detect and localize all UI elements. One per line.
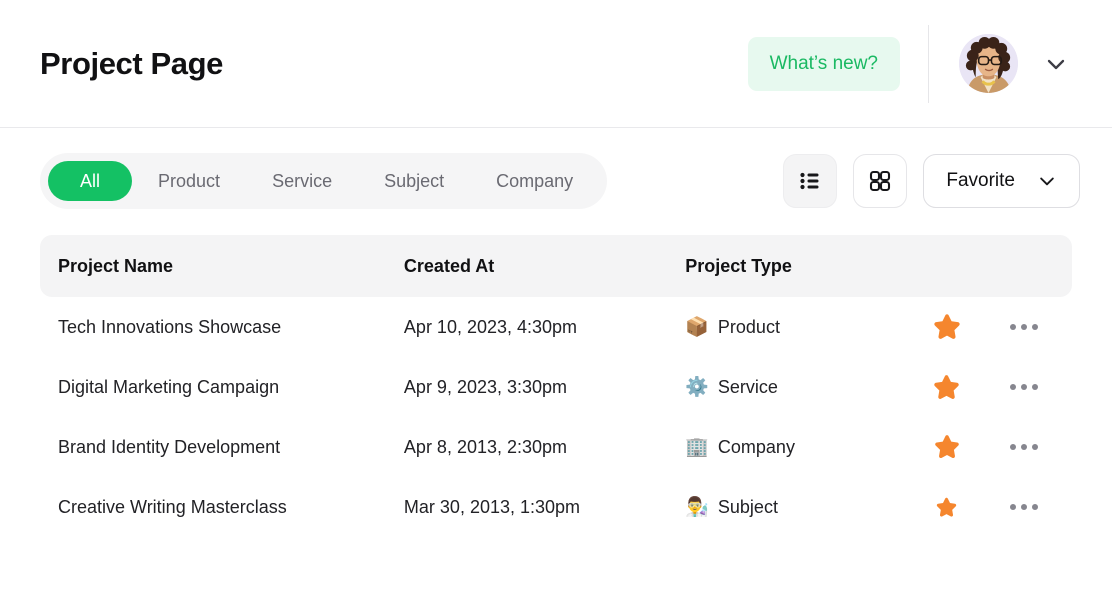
favorite-star-button[interactable] xyxy=(899,496,994,519)
tab-company[interactable]: Company xyxy=(470,161,599,201)
list-view-icon xyxy=(800,172,819,190)
chevron-down-icon xyxy=(1047,59,1065,69)
table-row[interactable]: Creative Writing Masterclass Mar 30, 2013… xyxy=(40,477,1072,537)
tab-product[interactable]: Product xyxy=(132,161,246,201)
table-row[interactable]: Brand Identity Development Apr 8, 2013, 2… xyxy=(40,417,1072,477)
person-icon: 👨‍🔬 xyxy=(685,496,709,518)
cell-project-type: 👨‍🔬 Subject xyxy=(685,497,899,518)
projects-table: Project Name Created At Project Type Tec… xyxy=(0,235,1112,537)
avatar-photo xyxy=(959,34,1018,93)
cell-project-name: Tech Innovations Showcase xyxy=(58,316,282,337)
building-icon: 🏢 xyxy=(685,436,709,458)
grid-view-icon xyxy=(870,170,891,192)
cell-created-at: Apr 8, 2013, 2:30pm xyxy=(403,436,568,457)
cell-project-type: ⚙️ Service xyxy=(685,377,899,398)
row-actions-button[interactable] xyxy=(994,504,1054,510)
toolbar: All Product Service Subject Company Favo… xyxy=(0,128,1112,209)
filter-tabs: All Product Service Subject Company xyxy=(40,153,608,209)
row-actions-button[interactable] xyxy=(994,324,1054,330)
favorite-dropdown-label: Favorite xyxy=(946,170,1015,191)
cell-project-type-label: Subject xyxy=(717,496,778,517)
more-dot-icon xyxy=(1010,324,1017,330)
header-actions: What’s new? xyxy=(747,24,1072,103)
header-divider xyxy=(928,24,929,103)
list-view-button[interactable] xyxy=(783,154,838,208)
table-row[interactable]: Tech Innovations Showcase Apr 10, 2023, 4… xyxy=(40,297,1072,357)
more-dot-icon xyxy=(1010,504,1017,510)
view-controls: Favorite xyxy=(783,154,1080,208)
cell-created-at: Mar 30, 2013, 1:30pm xyxy=(403,496,581,517)
cell-project-type: 🏢 Company xyxy=(685,437,899,458)
cell-project-name: Digital Marketing Campaign xyxy=(58,376,280,397)
more-dot-icon xyxy=(1032,444,1039,450)
cell-project-type: 📦 Product xyxy=(685,317,899,338)
grid-view-button[interactable] xyxy=(853,154,908,208)
more-dot-icon xyxy=(1032,324,1039,330)
more-dot-icon xyxy=(1021,444,1028,450)
chevron-down-icon xyxy=(1040,177,1054,186)
column-header-project-name: Project Name xyxy=(58,255,174,276)
cell-project-name: Creative Writing Masterclass xyxy=(58,496,287,517)
cell-project-name: Brand Identity Development xyxy=(58,436,281,457)
more-dot-icon xyxy=(1021,384,1028,390)
favorite-dropdown[interactable]: Favorite xyxy=(923,154,1080,208)
tab-service[interactable]: Service xyxy=(246,161,358,201)
gear-icon: ⚙️ xyxy=(685,376,709,398)
cell-created-at: Apr 9, 2023, 3:30pm xyxy=(403,376,568,397)
favorite-star-button[interactable] xyxy=(899,433,994,461)
tab-subject[interactable]: Subject xyxy=(358,161,470,201)
cell-project-type-label: Company xyxy=(717,436,795,457)
app-header: Project Page What’s new? xyxy=(0,0,1112,128)
cell-project-type-label: Product xyxy=(717,316,780,337)
star-icon xyxy=(934,374,959,399)
table-row[interactable]: Digital Marketing Campaign Apr 9, 2023, 3… xyxy=(40,357,1072,417)
user-menu-button[interactable] xyxy=(1040,48,1072,80)
whats-new-button[interactable]: What’s new? xyxy=(747,36,900,91)
star-icon xyxy=(936,497,957,517)
cell-project-type-label: Service xyxy=(717,376,778,397)
favorite-star-button[interactable] xyxy=(899,373,994,402)
avatar[interactable] xyxy=(959,34,1018,93)
more-dot-icon xyxy=(1032,384,1039,390)
star-icon xyxy=(934,435,959,459)
column-header-project-type: Project Type xyxy=(685,255,792,276)
table-body: Tech Innovations Showcase Apr 10, 2023, 4… xyxy=(40,297,1072,537)
package-icon: 📦 xyxy=(685,316,709,338)
tab-all[interactable]: All xyxy=(48,161,133,201)
star-icon xyxy=(934,314,960,339)
table-header-row: Project Name Created At Project Type xyxy=(40,235,1072,297)
more-dot-icon xyxy=(1032,504,1039,510)
favorite-star-button[interactable] xyxy=(899,312,994,342)
more-dot-icon xyxy=(1021,324,1028,330)
column-header-created-at: Created At xyxy=(403,255,495,276)
row-actions-button[interactable] xyxy=(994,444,1054,450)
page-title: Project Page xyxy=(40,45,224,81)
more-dot-icon xyxy=(1010,444,1017,450)
more-dot-icon xyxy=(1021,504,1028,510)
more-dot-icon xyxy=(1010,384,1017,390)
row-actions-button[interactable] xyxy=(994,384,1054,390)
cell-created-at: Apr 10, 2023, 4:30pm xyxy=(403,316,578,337)
